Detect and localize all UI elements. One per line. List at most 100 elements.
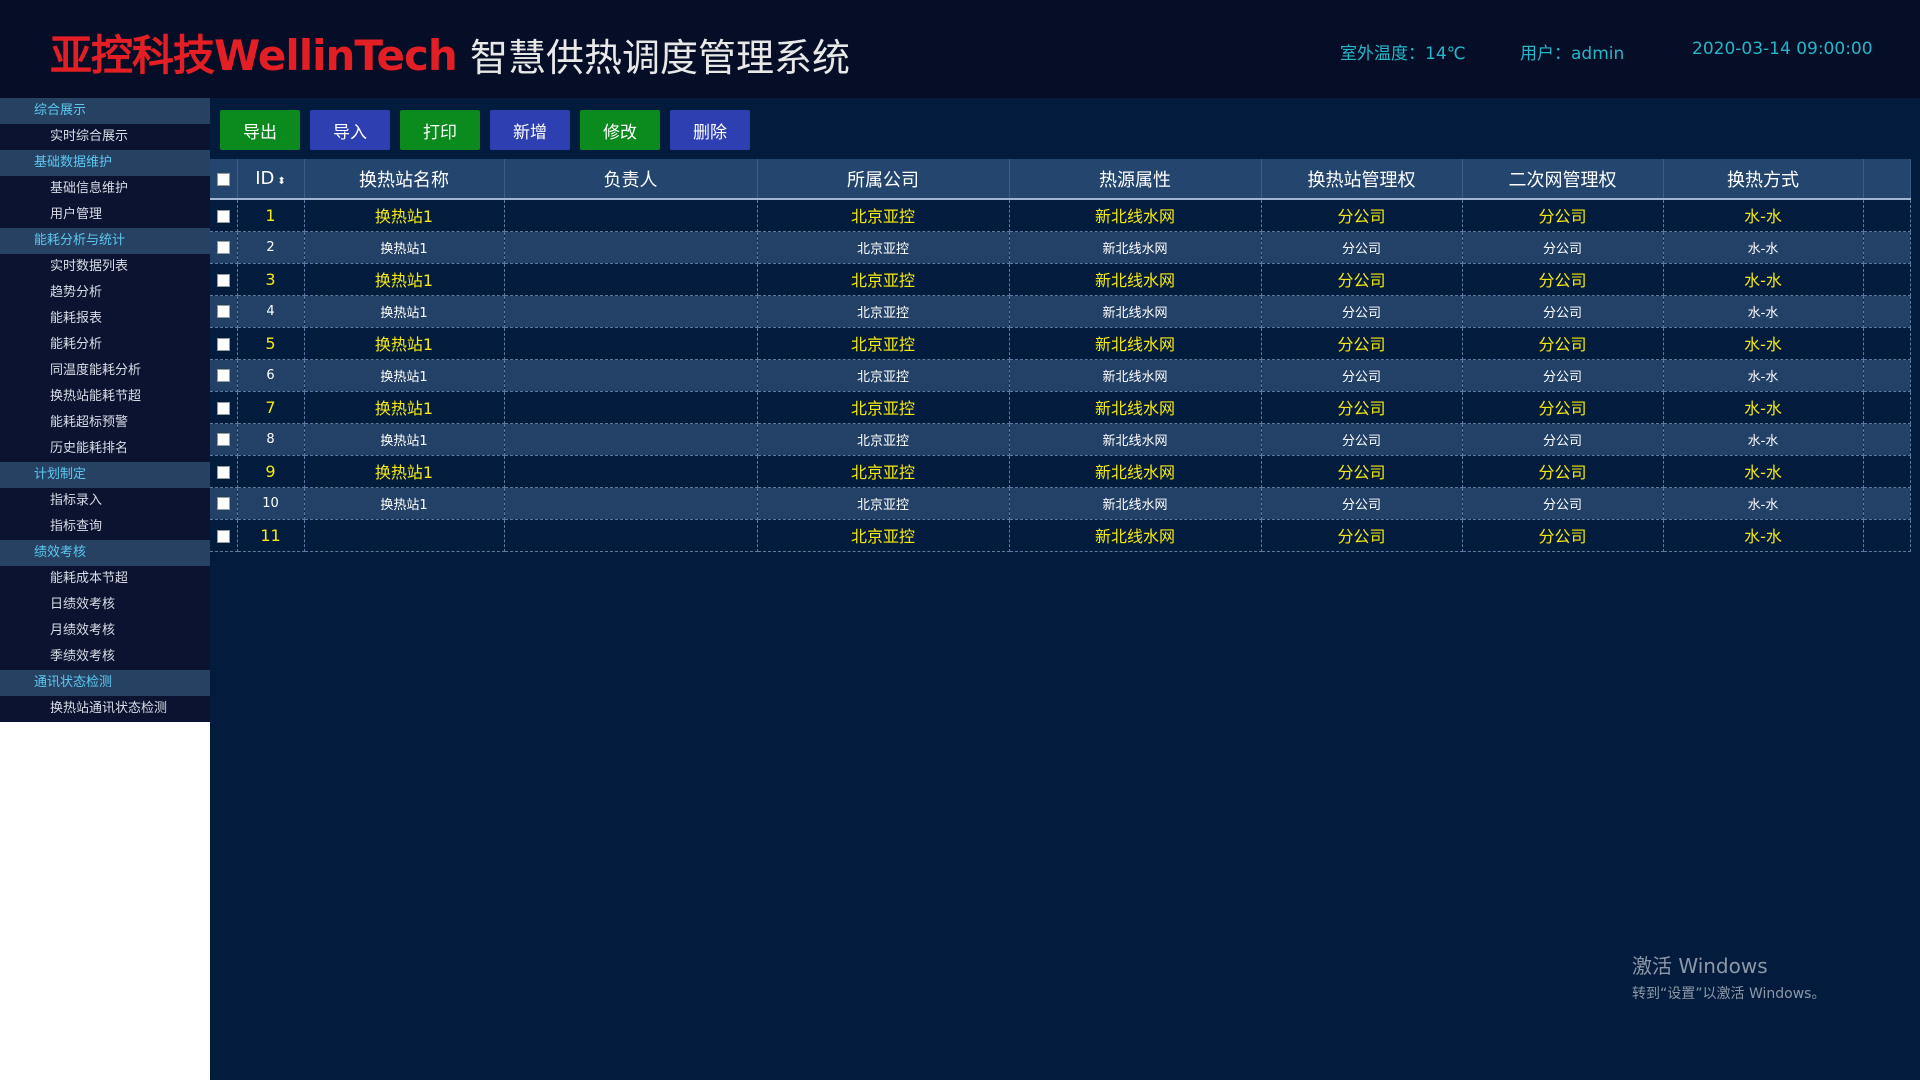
cell-spacer xyxy=(1863,487,1911,520)
cell-company: 北京亚控 xyxy=(757,391,1010,424)
sidebar-group-header[interactable]: 通讯状态检测 xyxy=(0,670,210,696)
select-all-cell[interactable] xyxy=(210,159,238,200)
select-all-checkbox[interactable] xyxy=(216,172,230,186)
row-select-cell[interactable] xyxy=(210,391,238,424)
table-row[interactable]: 5 换热站1 北京亚控 新北线水网 分公司 分公司 水-水 xyxy=(210,327,1911,360)
row-checkbox[interactable] xyxy=(216,529,230,543)
cell-id: 4 xyxy=(237,295,305,328)
cell-manager xyxy=(504,199,758,232)
row-checkbox[interactable] xyxy=(216,240,230,254)
table-row[interactable]: 8 换热站1 北京亚控 新北线水网 分公司 分公司 水-水 xyxy=(210,423,1911,456)
column-header-id[interactable]: ID ⬍ xyxy=(237,159,305,200)
sidebar-item[interactable]: 实时数据列表 xyxy=(0,254,210,280)
cell-exchange-mode: 水-水 xyxy=(1663,359,1864,392)
row-checkbox[interactable] xyxy=(216,337,230,351)
watermark-subtitle: 转到“设置”以激活 Windows。 xyxy=(1632,986,1826,1002)
sidebar-item[interactable]: 季绩效考核 xyxy=(0,644,210,670)
sidebar-item[interactable]: 月绩效考核 xyxy=(0,618,210,644)
cell-id: 2 xyxy=(237,231,305,264)
cell-station-rights: 分公司 xyxy=(1261,519,1463,552)
sidebar-item[interactable]: 用户管理 xyxy=(0,202,210,228)
row-select-cell[interactable] xyxy=(210,263,238,296)
row-select-cell[interactable] xyxy=(210,487,238,520)
table-row[interactable]: 2 换热站1 北京亚控 新北线水网 分公司 分公司 水-水 xyxy=(210,231,1911,264)
toolbar: 导出 导入 打印 新增 修改 删除 xyxy=(220,110,750,150)
row-select-cell[interactable] xyxy=(210,423,238,456)
import-button[interactable]: 导入 xyxy=(310,110,390,150)
cell-station-rights: 分公司 xyxy=(1261,423,1463,456)
table-row[interactable]: 4 换热站1 北京亚控 新北线水网 分公司 分公司 水-水 xyxy=(210,295,1911,328)
sidebar-item[interactable]: 能耗分析 xyxy=(0,332,210,358)
cell-exchange-mode: 水-水 xyxy=(1663,455,1864,488)
sidebar-item[interactable]: 能耗报表 xyxy=(0,306,210,332)
row-checkbox[interactable] xyxy=(216,465,230,479)
sidebar-group-header[interactable]: 能耗分析与统计 xyxy=(0,228,210,254)
sidebar-item[interactable]: 换热站能耗节超 xyxy=(0,384,210,410)
cell-station-name xyxy=(304,519,505,552)
row-checkbox[interactable] xyxy=(216,368,230,382)
sidebar-group-header[interactable]: 绩效考核 xyxy=(0,540,210,566)
export-button[interactable]: 导出 xyxy=(220,110,300,150)
sidebar-item[interactable]: 实时综合展示 xyxy=(0,124,210,150)
cell-heat-source: 新北线水网 xyxy=(1009,423,1262,456)
row-checkbox[interactable] xyxy=(216,304,230,318)
add-button[interactable]: 新增 xyxy=(490,110,570,150)
edit-button[interactable]: 修改 xyxy=(580,110,660,150)
row-checkbox[interactable] xyxy=(216,432,230,446)
delete-button[interactable]: 删除 xyxy=(670,110,750,150)
column-header-company: 所属公司 xyxy=(757,159,1010,200)
cell-station-rights: 分公司 xyxy=(1261,359,1463,392)
table-row[interactable]: 9 换热站1 北京亚控 新北线水网 分公司 分公司 水-水 xyxy=(210,455,1911,488)
sidebar-item[interactable]: 趋势分析 xyxy=(0,280,210,306)
cell-secondary-rights: 分公司 xyxy=(1462,199,1664,232)
table-row[interactable]: 1 换热站1 北京亚控 新北线水网 分公司 分公司 水-水 xyxy=(210,199,1911,232)
sidebar-item[interactable]: 能耗超标预警 xyxy=(0,410,210,436)
row-select-cell[interactable] xyxy=(210,199,238,232)
sort-icon[interactable]: ⬍ xyxy=(277,176,285,187)
system-title: 智慧供热调度管理系统 xyxy=(470,36,851,80)
sidebar-item[interactable]: 指标录入 xyxy=(0,488,210,514)
table-row[interactable]: 7 换热站1 北京亚控 新北线水网 分公司 分公司 水-水 xyxy=(210,391,1911,424)
row-select-cell[interactable] xyxy=(210,295,238,328)
sidebar-group-header[interactable]: 综合展示 xyxy=(0,98,210,124)
cell-heat-source: 新北线水网 xyxy=(1009,199,1262,232)
row-checkbox[interactable] xyxy=(216,273,230,287)
sidebar-item[interactable]: 历史能耗排名 xyxy=(0,436,210,462)
sidebar-group-header[interactable]: 基础数据维护 xyxy=(0,150,210,176)
row-select-cell[interactable] xyxy=(210,455,238,488)
sidebar-item[interactable]: 换热站通讯状态检测 xyxy=(0,696,210,722)
table-row[interactable]: 10 换热站1 北京亚控 新北线水网 分公司 分公司 水-水 xyxy=(210,487,1911,520)
sidebar-item[interactable]: 同温度能耗分析 xyxy=(0,358,210,384)
row-select-cell[interactable] xyxy=(210,519,238,552)
cell-company: 北京亚控 xyxy=(757,519,1010,552)
row-checkbox[interactable] xyxy=(216,209,230,223)
table-header-row: ID ⬍ 换热站名称 负责人 所属公司 热源属性 换热站管理权 二次网管理权 换热… xyxy=(210,159,1911,200)
sidebar-item[interactable]: 能耗成本节超 xyxy=(0,566,210,592)
row-select-cell[interactable] xyxy=(210,231,238,264)
data-grid: ID ⬍ 换热站名称 负责人 所属公司 热源属性 换热站管理权 二次网管理权 换热… xyxy=(210,159,1911,552)
sidebar-group-header[interactable]: 计划制定 xyxy=(0,462,210,488)
cell-heat-source: 新北线水网 xyxy=(1009,359,1262,392)
cell-station-name: 换热站1 xyxy=(304,231,505,264)
cell-secondary-rights: 分公司 xyxy=(1462,295,1664,328)
cell-heat-source: 新北线水网 xyxy=(1009,231,1262,264)
cell-station-rights: 分公司 xyxy=(1261,487,1463,520)
sidebar-item[interactable]: 日绩效考核 xyxy=(0,592,210,618)
cell-station-name: 换热站1 xyxy=(304,423,505,456)
sidebar: 综合展示 实时综合展示 基础数据维护 基础信息维护 用户管理 能耗分析与统计 实时数据列表趋… xyxy=(0,98,210,1080)
table-row[interactable]: 6 换热站1 北京亚控 新北线水网 分公司 分公司 水-水 xyxy=(210,359,1911,392)
sidebar-item[interactable]: 指标查询 xyxy=(0,514,210,540)
sidebar-item[interactable]: 基础信息维护 xyxy=(0,176,210,202)
cell-secondary-rights: 分公司 xyxy=(1462,487,1664,520)
row-checkbox[interactable] xyxy=(216,401,230,415)
cell-exchange-mode: 水-水 xyxy=(1663,263,1864,296)
cell-spacer xyxy=(1863,391,1911,424)
row-select-cell[interactable] xyxy=(210,359,238,392)
cell-station-rights: 分公司 xyxy=(1261,295,1463,328)
print-button[interactable]: 打印 xyxy=(400,110,480,150)
cell-station-name: 换热站1 xyxy=(304,487,505,520)
row-checkbox[interactable] xyxy=(216,496,230,510)
table-row[interactable]: 3 换热站1 北京亚控 新北线水网 分公司 分公司 水-水 xyxy=(210,263,1911,296)
table-row[interactable]: 11 北京亚控 新北线水网 分公司 分公司 水-水 xyxy=(210,519,1911,552)
row-select-cell[interactable] xyxy=(210,327,238,360)
